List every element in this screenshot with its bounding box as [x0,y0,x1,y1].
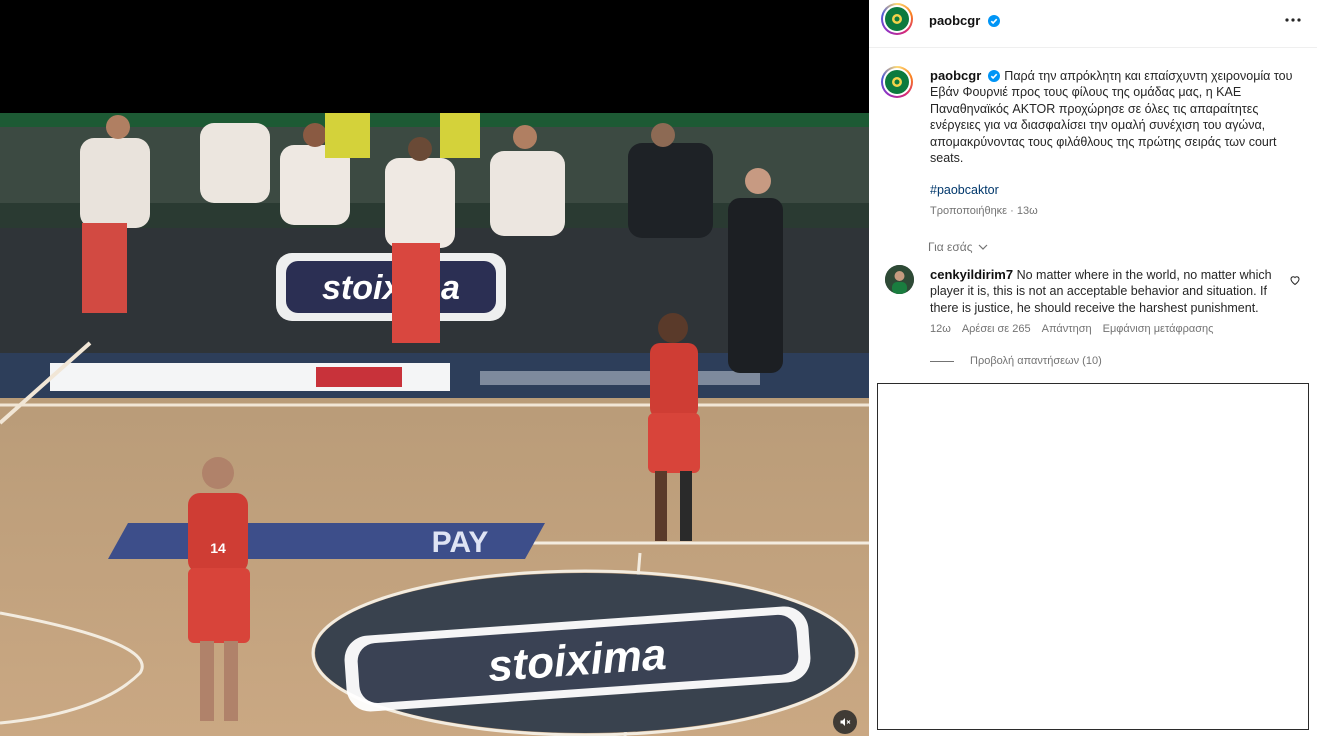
verified-badge-icon [988,70,1001,82]
svg-text:PAY: PAY [432,526,489,559]
edited-label: Τροποποιήθηκε [930,205,1008,217]
post-media[interactable]: stoixima PAY stoixima 14 [0,0,869,736]
banner-logo: stoixima [276,253,506,321]
like-comment-button[interactable] [1289,273,1301,291]
post-time: 13ω [1016,205,1038,217]
video-frame: stoixima PAY stoixima 14 [0,113,869,736]
empty-content-box [877,383,1309,730]
video-player[interactable]: stoixima PAY stoixima 14 [0,113,869,736]
for-you-dropdown[interactable]: Για εσάς [928,240,988,254]
caption-author-avatar[interactable] [881,66,913,98]
comment-body: cenkyildirim7 No matter where in the wor… [930,267,1280,316]
translate-button[interactable]: Εμφάνιση μετάφρασης [1103,323,1214,335]
for-you-label: Για εσάς [928,240,973,254]
replies-divider [930,360,954,362]
hashtag-link[interactable]: #paobcaktor [930,183,999,197]
commenter-avatar[interactable] [885,265,914,294]
post-meta: Τροποποιήθηκε · 13ω [930,205,1038,217]
heart-icon [1290,276,1300,286]
view-replies-button[interactable]: Προβολή απαντήσεων (10) [930,355,1102,367]
comment-likes[interactable]: Αρέσει σε 265 [962,323,1031,335]
view-replies-label: Προβολή απαντήσεων (10) [970,355,1102,367]
team-logo-icon [885,70,909,94]
commenter-username[interactable]: cenkyildirim7 [930,267,1013,282]
mute-button[interactable] [833,710,857,734]
author-username[interactable]: paobcgr [929,13,980,28]
author-avatar[interactable] [881,3,913,35]
more-options-icon [1285,18,1301,22]
svg-text:14: 14 [210,540,226,556]
reply-button[interactable]: Απάντηση [1042,323,1092,335]
more-options-button[interactable] [1285,12,1301,33]
chevron-down-icon [978,244,988,250]
floor-ad: PAY [108,523,545,559]
caption-text: Παρά την απρόκλητη και επαίσχυντη χειρον… [930,69,1293,166]
comment-time: 12ω [930,323,951,335]
speaker-muted-icon [840,718,851,726]
caption-username[interactable]: paobcgr [930,68,981,83]
verified-badge-icon [987,15,1000,27]
post-caption: paobcgr Παρά την απρόκλητη και επαίσχυντ… [930,68,1300,166]
post-details-panel: paobcgr paobcgr Παρά την απρόκλητη και ε… [869,0,1317,736]
comment-meta: 12ω Αρέσει σε 265 Απάντηση Εμφάνιση μετά… [930,323,1213,335]
team-logo-icon [885,7,909,31]
center-court-logo: stoixima [311,569,859,736]
post-header: paobcgr [869,0,1317,48]
